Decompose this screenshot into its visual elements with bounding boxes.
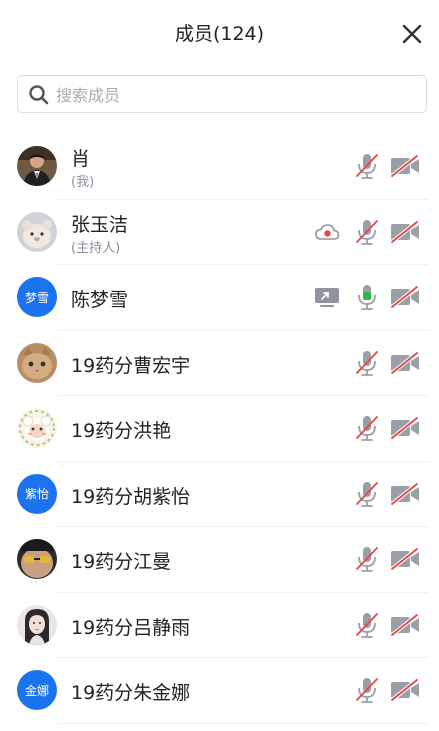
camera-off-icon[interactable] — [389, 678, 421, 702]
mic-active-icon[interactable] — [353, 282, 381, 312]
camera-off-icon[interactable] — [389, 350, 421, 375]
member-name: 张玉洁 — [71, 213, 129, 236]
header: 成员(124) — [0, 0, 439, 66]
member-row[interactable]: 张玉洁 (主持人) — [0, 200, 439, 265]
avatar[interactable] — [17, 342, 57, 383]
mic-muted-icon[interactable] — [353, 675, 381, 705]
camera-off-icon[interactable] — [389, 285, 421, 309]
member-row[interactable]: 紫怡 19药分胡紫怡 — [0, 462, 439, 527]
member-name: 19药分朱金娜 — [71, 682, 191, 704]
search-input[interactable] — [54, 80, 418, 110]
avatar[interactable] — [17, 146, 57, 186]
camera-off-icon[interactable] — [389, 481, 421, 506]
page-title: 成员(124) — [174, 23, 265, 45]
member-name: 19药分曹宏宇 — [71, 354, 191, 377]
screen-share-icon[interactable] — [313, 285, 341, 309]
mic-muted-icon[interactable] — [353, 413, 381, 443]
avatar[interactable] — [17, 604, 57, 645]
member-name: 陈梦雪 — [71, 289, 129, 311]
camera-off-icon[interactable] — [389, 547, 421, 571]
member-row[interactable]: 金娜 19药分朱金娜 — [0, 658, 439, 724]
avatar[interactable]: 梦雪 — [17, 277, 57, 317]
avatar[interactable] — [17, 539, 57, 579]
avatar[interactable] — [17, 408, 57, 448]
avatar[interactable] — [17, 211, 57, 252]
member-row[interactable]: 肖 (我) — [0, 134, 439, 200]
member-row[interactable]: 19药分曹宏宇 — [0, 331, 439, 396]
divider — [58, 722, 429, 724]
member-name: 19药分吕静雨 — [71, 616, 191, 639]
member-row[interactable]: 19药分吕静雨 — [0, 593, 439, 658]
member-name: 19药分江曼 — [71, 551, 172, 573]
member-name: 19药分洪艳 — [71, 420, 172, 442]
cloud-record-icon[interactable] — [313, 220, 341, 244]
member-row[interactable]: 梦雪 陈梦雪 — [0, 265, 439, 331]
mic-muted-icon[interactable] — [353, 348, 381, 378]
member-name: 19药分胡紫怡 — [71, 485, 191, 508]
camera-off-icon[interactable] — [389, 154, 421, 178]
member-name: 肖 — [71, 148, 91, 170]
avatar[interactable]: 紫怡 — [17, 473, 57, 514]
camera-off-icon[interactable] — [389, 219, 421, 244]
member-role: (主持人) — [71, 240, 121, 256]
member-row[interactable]: 19药分洪艳 — [0, 396, 439, 462]
member-role: (我) — [71, 175, 95, 190]
mic-muted-icon[interactable] — [353, 610, 381, 640]
member-row[interactable]: 19药分江曼 — [0, 527, 439, 593]
mic-muted-icon[interactable] — [353, 217, 381, 247]
search-bar[interactable] — [17, 75, 427, 113]
close-icon[interactable] — [398, 20, 426, 48]
avatar[interactable]: 金娜 — [17, 670, 57, 710]
mic-muted-icon[interactable] — [353, 544, 381, 574]
mic-muted-icon[interactable] — [353, 479, 381, 509]
mic-muted-icon[interactable] — [353, 151, 381, 181]
camera-off-icon[interactable] — [389, 612, 421, 637]
search-icon — [28, 84, 50, 106]
camera-off-icon[interactable] — [389, 416, 421, 440]
member-list: 肖 (我) 张玉洁 (主持人) 梦雪 陈梦雪 19药分曹宏宇 19药分洪艳紫怡 19药分胡紫怡 1… — [0, 134, 439, 724]
